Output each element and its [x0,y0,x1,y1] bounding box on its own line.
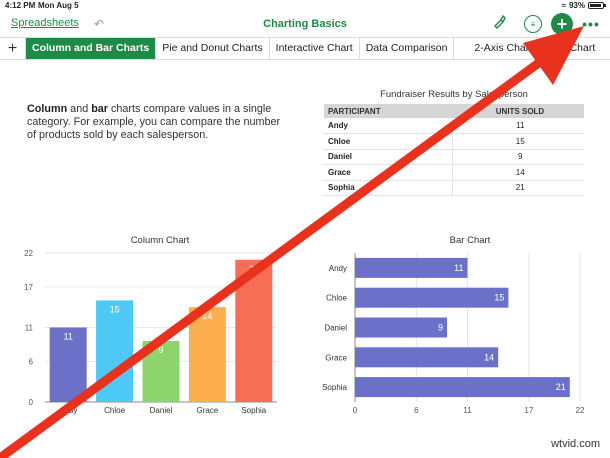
column-ytick-label: 6 [29,357,34,366]
column-ytick-label: 11 [25,324,34,333]
column-bar [188,307,226,402]
bar-data-label: 15 [494,293,504,303]
bar-bar [355,377,570,398]
column-ytick-label: 0 [29,398,34,407]
bar-bar [355,317,448,338]
bar-xtick-label: 17 [524,406,533,415]
bar-xtick-label: 22 [576,406,585,415]
column-ytick-label: 17 [24,283,33,292]
bar-ytick-label: Grace [325,353,347,362]
bar-xtick-label: 0 [353,406,358,415]
charts-canvas: 0 6 11 17 22 11 Andy 15 Chloe 9 Daniel 14 Grace 21 Sop… [0,26,585,458]
bar-ytick-label: Daniel [324,324,347,333]
column-xtick-label: Daniel [150,406,173,415]
column-xtick-label: Chloe [104,406,125,415]
bar-data-label: 9 [438,323,443,333]
bar-xtick-label: 6 [414,406,419,415]
bar-bar [355,347,499,368]
bar-ytick-label: Sophia [322,383,347,392]
column-xtick-label: Sophia [241,406,266,415]
column-xtick-label: Grace [197,406,219,415]
column-data-label: 11 [64,332,73,342]
bar-ytick-label: Chloe [326,294,347,303]
watermark-text: wtvid.com [551,438,600,450]
bar-xtick-label: 11 [463,406,472,415]
bar-ytick-label: Andy [329,264,347,273]
annotation-arrow-head [523,26,584,85]
bar-data-label: 14 [484,352,494,362]
bar-bar [355,257,468,278]
bar-bar [355,287,509,308]
column-ytick-label: 22 [24,249,33,258]
bar-data-label: 11 [454,263,463,273]
column-data-label: 15 [110,304,120,314]
bar-data-label: 21 [556,382,566,392]
